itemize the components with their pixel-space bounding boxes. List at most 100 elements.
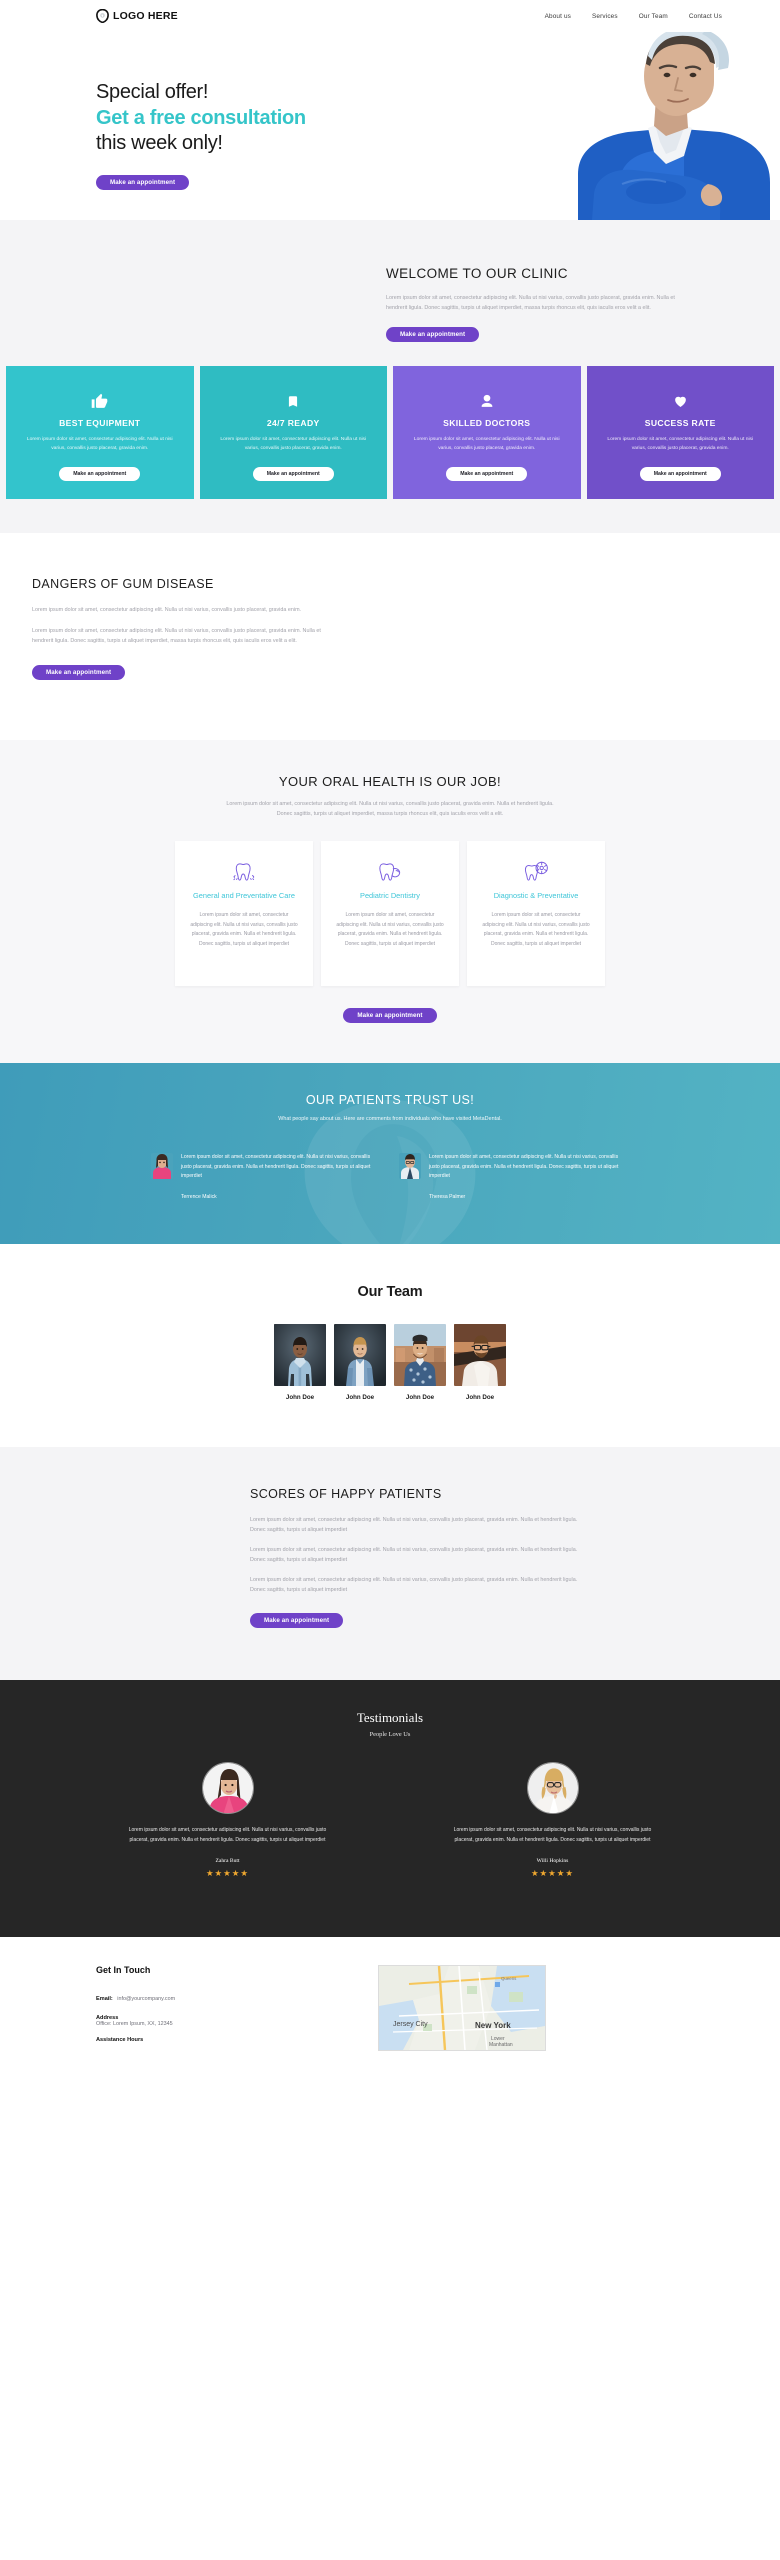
nav-item-about-us[interactable]: About us bbox=[545, 13, 571, 20]
feature-body: Lorem ipsum dolor sit amet, consectetur … bbox=[607, 437, 754, 452]
landing-page: LOGO HERE About us Services Our Team Con… bbox=[0, 0, 780, 2077]
oral-health-title: YOUR ORAL HEALTH IS OUR JOB! bbox=[278, 774, 502, 790]
logo-text: LOGO HERE bbox=[113, 10, 178, 22]
service-card-list: General and Preventative Care Lorem ipsu… bbox=[0, 841, 780, 986]
trust-testimonial-item: Lorem ipsum dolor sit amet, consectetur … bbox=[151, 1152, 381, 1200]
hero-image bbox=[470, 32, 780, 220]
footer-email: Email: info@yourcompany.com bbox=[96, 1987, 346, 2005]
patients-trust-section: OUR PATIENTS TRUST US! What people say a… bbox=[0, 1062, 780, 1245]
bookmark-icon bbox=[286, 390, 300, 412]
trust-title: OUR PATIENTS TRUST US! bbox=[305, 1092, 475, 1107]
testimonials-title: Testimonials bbox=[356, 1710, 424, 1726]
hero-copy: Special offer! Get a free consultation t… bbox=[96, 80, 306, 190]
service-body: Lorem ipsum dolor sit amet, consectetur … bbox=[482, 911, 590, 948]
footer-email-value[interactable]: info@yourcompany.com bbox=[117, 1996, 175, 2002]
team-member-photo bbox=[454, 1324, 506, 1387]
feature-appointment-button[interactable]: Make an appointment bbox=[59, 467, 141, 482]
main-nav: About us Services Our Team Contact Us bbox=[545, 13, 762, 20]
footer-address: Address Office: Lorem Ipsum, XX, 12345 bbox=[96, 2015, 346, 2027]
feature-appointment-button[interactable]: Make an appointment bbox=[639, 467, 721, 482]
hero-line-3: this week only! bbox=[96, 132, 223, 155]
scores-paragraph-3: Lorem ipsum dolor sit amet, consectetur … bbox=[250, 1577, 578, 1594]
team-member: John Doe bbox=[334, 1324, 386, 1401]
oral-health-lead: Lorem ipsum dolor sit amet, consectetur … bbox=[226, 801, 554, 818]
svg-text:New York: New York bbox=[475, 2021, 511, 2030]
testimonials-subtitle: People Love Us bbox=[369, 1731, 411, 1739]
team-title: Our Team bbox=[357, 1284, 423, 1301]
service-card-pediatric-dentistry[interactable]: Pediatric Dentistry Lorem ipsum dolor si… bbox=[321, 841, 459, 986]
hero-line-2: Get a free consultation bbox=[96, 106, 306, 129]
avatar bbox=[399, 1152, 421, 1179]
feature-card-24-7-ready: 24/7 READY Lorem ipsum dolor sit amet, c… bbox=[199, 366, 387, 500]
footer-hours: Assistance Hours bbox=[96, 2037, 346, 2043]
dangers-section: DANGERS OF GUM DISEASE Lorem ipsum dolor… bbox=[0, 533, 780, 741]
hero-line-1: Special offer! bbox=[96, 81, 209, 103]
feature-appointment-button[interactable]: Make an appointment bbox=[252, 467, 334, 482]
svg-text:Queens: Queens bbox=[501, 1976, 517, 1981]
rating-stars: ★★★★★ bbox=[530, 1867, 575, 1878]
dangers-appointment-button[interactable]: Make an appointment bbox=[32, 665, 126, 681]
team-member-photo bbox=[334, 1324, 386, 1387]
dangers-title: DANGERS OF GUM DISEASE bbox=[32, 577, 214, 592]
trust-quote: Lorem ipsum dolor sit amet, consectetur … bbox=[429, 1153, 619, 1180]
team-section: Our Team John Doe John Doe John Doe John… bbox=[0, 1244, 780, 1448]
site-footer: Get In Touch Email: info@yourcompany.com… bbox=[0, 1936, 780, 2077]
team-member-name: John Doe bbox=[345, 1394, 375, 1402]
oral-appointment-button[interactable]: Make an appointment bbox=[343, 1007, 437, 1023]
welcome-title: WELCOME TO OUR CLINIC bbox=[386, 266, 568, 281]
service-body: Lorem ipsum dolor sit amet, consectetur … bbox=[336, 911, 444, 948]
hero-appointment-button[interactable]: Make an appointment bbox=[96, 174, 190, 190]
trust-subtitle: What people say about us. Here are comme… bbox=[278, 1115, 502, 1122]
welcome-body: Lorem ipsum dolor sit amet, consectetur … bbox=[386, 295, 675, 311]
rating-stars: ★★★★★ bbox=[205, 1867, 250, 1878]
testimonial-item: Lorem ipsum dolor sit amet, consectetur … bbox=[115, 1762, 340, 1879]
feature-body: Lorem ipsum dolor sit amet, consectetur … bbox=[26, 437, 173, 452]
dangers-paragraph-2: Lorem ipsum dolor sit amet, consectetur … bbox=[32, 628, 321, 645]
trust-quote: Lorem ipsum dolor sit amet, consectetur … bbox=[181, 1153, 371, 1180]
scores-appointment-button[interactable]: Make an appointment bbox=[250, 1613, 344, 1629]
nav-item-our-team[interactable]: Our Team bbox=[639, 13, 668, 20]
feature-title: 24/7 READY bbox=[266, 418, 320, 428]
testimonial-item: Lorem ipsum dolor sit amet, consectetur … bbox=[440, 1762, 665, 1879]
nav-item-services[interactable]: Services bbox=[592, 13, 618, 20]
feature-card-skilled-doctors: SKILLED DOCTORS Lorem ipsum dolor sit am… bbox=[393, 366, 581, 500]
trust-testimonial-item: Lorem ipsum dolor sit amet, consectetur … bbox=[399, 1152, 629, 1201]
service-body: Lorem ipsum dolor sit amet, consectetur … bbox=[190, 911, 298, 948]
welcome-appointment-button[interactable]: Make an appointment bbox=[386, 327, 480, 342]
feature-body: Lorem ipsum dolor sit amet, consectetur … bbox=[413, 437, 560, 452]
testimonial-author-name: Willi Hopkins bbox=[536, 1857, 569, 1864]
scores-paragraph-1: Lorem ipsum dolor sit amet, consectetur … bbox=[250, 1517, 578, 1534]
testimonial-quote: Lorem ipsum dolor sit amet, consectetur … bbox=[128, 1827, 327, 1844]
feature-body: Lorem ipsum dolor sit amet, consectetur … bbox=[220, 437, 367, 452]
svg-text:Jersey City: Jersey City bbox=[393, 2021, 428, 2028]
feature-title: SKILLED DOCTORS bbox=[443, 418, 531, 428]
team-member-photo bbox=[274, 1324, 326, 1387]
feature-appointment-button[interactable]: Make an appointment bbox=[446, 467, 528, 482]
team-member: John Doe bbox=[454, 1324, 506, 1401]
svg-text:Manhattan: Manhattan bbox=[489, 2042, 513, 2048]
feature-title: SUCCESS RATE bbox=[644, 418, 716, 428]
team-member-name: John Doe bbox=[465, 1394, 495, 1402]
thumbs-up-icon bbox=[91, 390, 108, 412]
feature-card-success-rate: SUCCESS RATE Lorem ipsum dolor sit amet,… bbox=[586, 366, 774, 500]
trust-author-name: Theresa Palmer bbox=[429, 1194, 466, 1201]
shield-tooth-icon bbox=[96, 9, 109, 23]
oral-health-section: YOUR ORAL HEALTH IS OUR JOB! Lorem ipsum… bbox=[0, 740, 780, 1063]
avatar bbox=[151, 1152, 173, 1179]
features-section: BEST EQUIPMENT Lorem ipsum dolor sit ame… bbox=[0, 366, 780, 534]
nav-item-contact-us[interactable]: Contact Us bbox=[689, 13, 722, 20]
heart-icon bbox=[672, 390, 689, 412]
logo[interactable]: LOGO HERE bbox=[96, 9, 178, 23]
tooth-xray-icon bbox=[481, 857, 591, 887]
service-card-general-preventative-care[interactable]: General and Preventative Care Lorem ipsu… bbox=[175, 841, 313, 986]
service-title: Pediatric Dentistry bbox=[360, 891, 420, 901]
service-title: Diagnostic & Preventative bbox=[493, 891, 579, 901]
hero-section: Special offer! Get a free consultation t… bbox=[0, 32, 780, 220]
location-map[interactable]: Jersey City New York Lower Manhattan Que… bbox=[378, 1964, 546, 2051]
team-member-name: John Doe bbox=[405, 1394, 435, 1402]
avatar bbox=[201, 1762, 254, 1815]
welcome-section: WELCOME TO OUR CLINIC Lorem ipsum dolor … bbox=[0, 220, 780, 366]
contact-block: Get In Touch Email: info@yourcompany.com… bbox=[96, 1965, 346, 2053]
service-card-diagnostic-preventative[interactable]: Diagnostic & Preventative Lorem ipsum do… bbox=[467, 841, 605, 986]
footer-title: Get In Touch bbox=[96, 1964, 151, 1975]
